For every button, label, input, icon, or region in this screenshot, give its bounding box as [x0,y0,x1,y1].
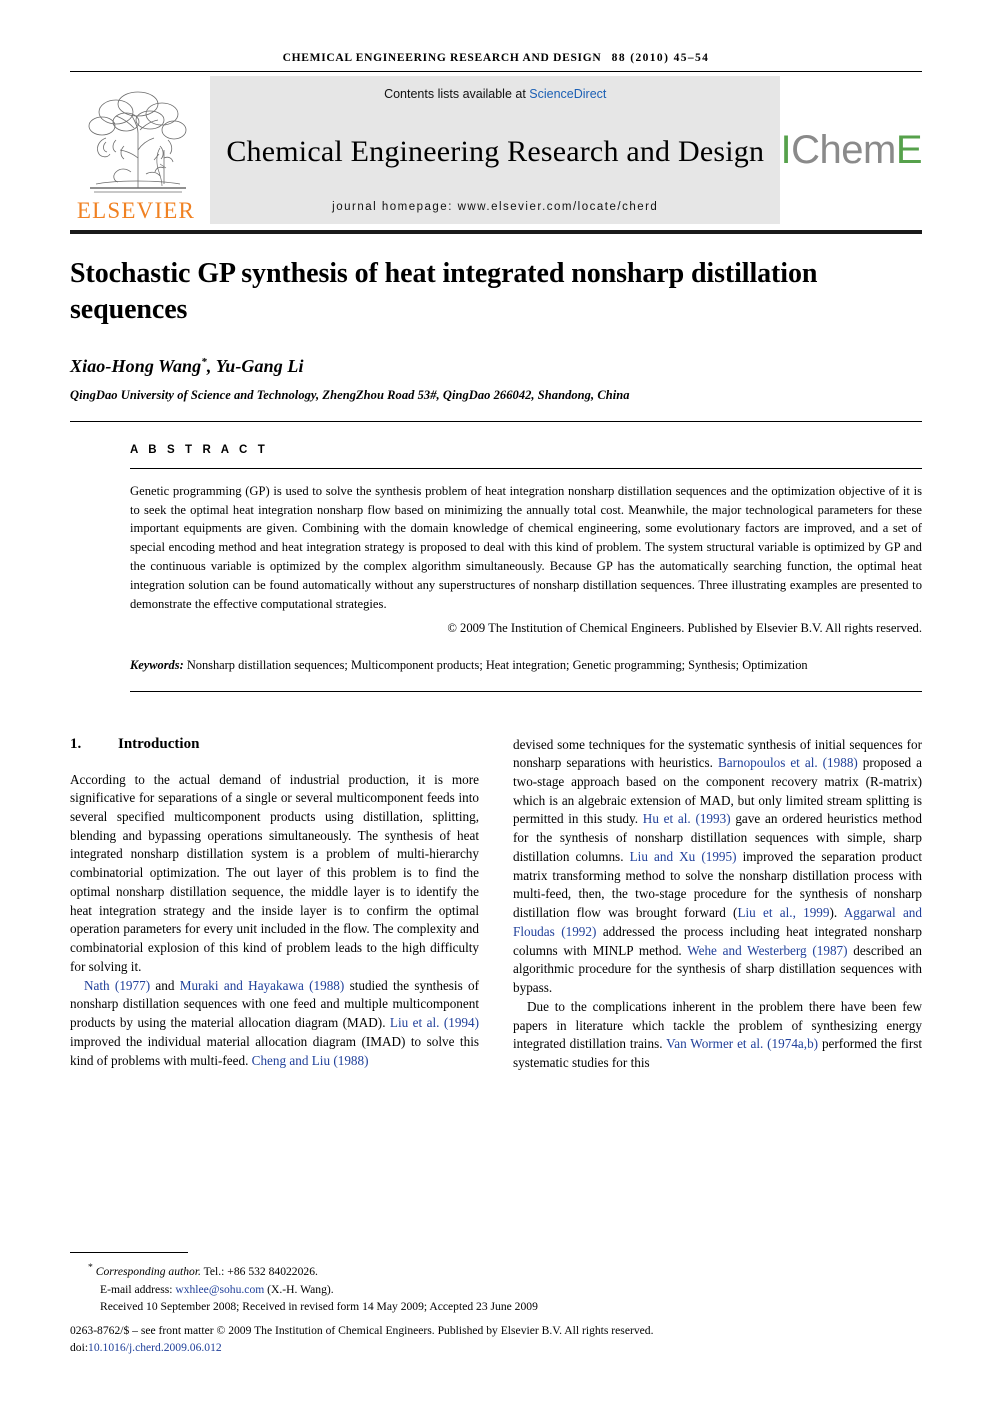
doi-line: doi:10.1016/j.cherd.2009.06.012 [70,1339,922,1357]
citation-link[interactable]: Van Wormer et al. (1974a,b) [666,1036,818,1051]
abstract-top-rule [130,467,922,469]
paragraph: Due to the complications inherent in the… [513,998,922,1073]
keywords: Keywords: Nonsharp distillation sequence… [130,656,922,675]
right-column: devised some techniques for the systemat… [513,736,922,1073]
footnote-block: * Corresponding author. Tel.: +86 532 84… [70,1252,922,1357]
keywords-text: Nonsharp distillation sequences; Multico… [186,657,808,672]
running-head-volume: 88 (2010) 45–54 [611,52,710,64]
paper-page: CHEMICAL ENGINEERING RESEARCH AND DESIGN… [0,0,992,1403]
journal-title: Chemical Engineering Research and Design [226,134,765,168]
citation-link[interactable]: Cheng and Liu (1988) [252,1053,369,1068]
running-head: CHEMICAL ENGINEERING RESEARCH AND DESIGN… [70,0,922,64]
received-dates: Received 10 September 2008; Received in … [100,1300,538,1314]
author-list: Xiao-Hong Wang*, Yu-Gang Li [70,356,922,377]
citation-link[interactable]: Wehe and Westerberg (1987) [687,943,847,958]
elsevier-logo: ELSEVIER [70,76,202,224]
citation-link[interactable]: Barnopoulos et al. (1988) [718,755,858,770]
text-run: and [150,977,180,993]
doi-link[interactable]: 10.1016/j.cherd.2009.06.012 [88,1341,222,1354]
email-suffix: (X.-H. Wang). [264,1282,334,1296]
corresponding-author-note: * Corresponding author. Tel.: +86 532 84… [70,1261,922,1280]
masthead-bottom-rule [70,230,922,234]
journal-masthead: ELSEVIER Contents lists available at Sci… [70,76,923,224]
author-rest: , Yu-Gang Li [206,355,304,376]
journal-band: Contents lists available at ScienceDirec… [210,76,781,224]
issn-copyright-line: 0263-8762/$ – see front matter © 2009 Th… [70,1323,654,1337]
corresponding-author-label: Corresponding author. [95,1264,201,1278]
elsevier-tree-icon [88,91,187,193]
citation-link[interactable]: Nath (1977) [84,978,150,993]
page-title: Stochastic GP synthesis of heat integrat… [70,258,818,325]
icheme-e-letter: E [895,128,923,172]
abstract-label: A B S T R A C T [130,443,269,456]
abstract-bottom-rule [130,690,922,692]
corresponding-author-tel: Tel.: +86 532 84022026. [200,1264,318,1278]
citation-link[interactable]: Hu et al. (1993) [643,811,731,826]
author-first: Xiao-Hong Wang [70,355,202,376]
affiliation: QingDao University of Science and Techno… [70,387,630,402]
paragraph: According to the actual demand of indust… [70,771,479,974]
section-title: Introduction [118,735,200,752]
icheme-chem-letters: Chem [791,128,896,172]
journal-homepage[interactable]: journal homepage: www.elsevier.com/locat… [332,201,658,213]
text-run: ). [829,905,844,921]
left-column: 1. Introduction According to the actual … [70,736,479,1073]
icheme-i-letter: I [780,128,792,172]
icheme-wordmark: IChemE [780,130,922,170]
footnote-star-marker: * [88,1262,93,1274]
email-note: E-mail address: wxhlee@sohu.com (X.-H. W… [70,1281,922,1299]
email-link[interactable]: wxhlee@sohu.com [175,1283,264,1296]
citation-link[interactable]: Liu et al., 1999 [737,905,829,920]
section-number: 1. [70,735,82,752]
footnote-divider [70,1252,188,1254]
citation-link[interactable]: Liu and Xu (1995) [630,849,737,864]
doi-label: doi: [70,1341,89,1355]
abstract-section: A B S T R A C T Genetic programming (GP)… [130,422,922,692]
body-columns: 1. Introduction According to the actual … [70,736,922,1073]
running-head-journal: CHEMICAL ENGINEERING RESEARCH AND DESIGN [282,52,602,64]
abstract-copyright: © 2009 The Institution of Chemical Engin… [447,620,922,635]
citation-link[interactable]: Liu et al. (1994) [390,1015,479,1030]
paragraph: Nath (1977) and Muraki and Hayakawa (198… [70,977,479,1071]
icheme-logo: IChemE [780,76,922,224]
elsevier-wordmark: ELSEVIER [76,198,196,223]
abstract-text: Genetic programming (GP) is used to solv… [130,483,922,611]
section-heading-introduction: 1. Introduction [70,736,479,753]
keywords-label: Keywords: [130,657,184,672]
header-divider [70,71,922,72]
citation-link[interactable]: Muraki and Hayakawa (1988) [180,978,345,993]
contents-prefix: Contents lists available at [384,87,530,101]
paragraph: devised some techniques for the systemat… [513,736,922,998]
email-label: E-mail address: [100,1282,176,1296]
contents-available-line: Contents lists available at ScienceDirec… [384,87,606,101]
sciencedirect-link[interactable]: ScienceDirect [529,87,606,101]
